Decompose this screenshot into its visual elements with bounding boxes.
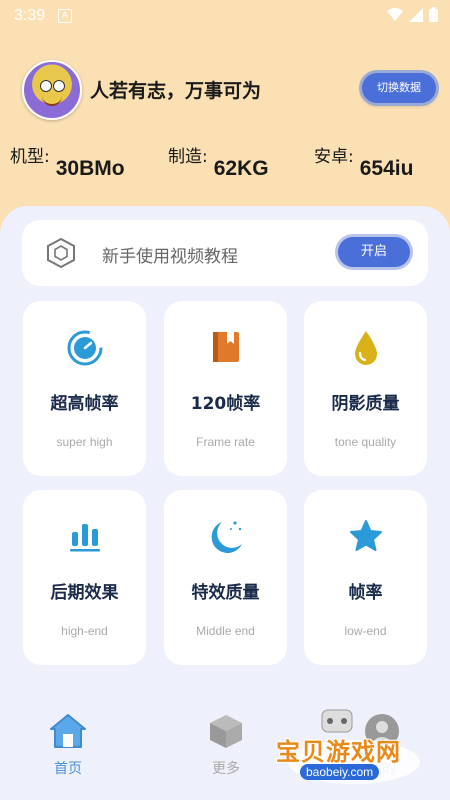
card-frame-rate-120[interactable]: 120帧率 Frame rate <box>164 301 287 476</box>
spec-manufacture: 制造: 62KG <box>168 142 269 181</box>
card-effect-quality[interactable]: 特效质量 Middle end <box>164 490 287 665</box>
card-title: 120帧率 <box>190 394 261 414</box>
status-bar: 3:39 A <box>0 0 450 32</box>
spec-value: 654iu <box>359 157 414 180</box>
gauge-icon <box>67 330 102 366</box>
card-frame-rate[interactable]: 帧率 low-end <box>304 490 427 665</box>
wifi-icon <box>387 7 403 21</box>
spec-value: 30BMo <box>55 157 125 180</box>
open-tutorial-button[interactable]: 开启 <box>338 237 410 267</box>
spec-model: 机型: 30BMo <box>10 142 125 181</box>
battery-icon <box>429 7 438 22</box>
card-subtitle: super high <box>56 435 113 449</box>
card-title: 帧率 <box>348 583 383 603</box>
card-subtitle: Middle end <box>196 624 255 638</box>
cube-icon <box>210 715 242 748</box>
card-subtitle: Frame rate <box>196 435 255 449</box>
nav-label: 首页 <box>54 761 82 777</box>
notification-icon: A <box>58 9 72 23</box>
status-time: 3:39 <box>14 7 46 24</box>
card-super-high[interactable]: 超高帧率 super high <box>23 301 146 476</box>
watermark-url: baobeiy.com <box>300 764 380 780</box>
switch-data-button[interactable]: 切换数据 <box>362 73 436 103</box>
signal-icon <box>409 7 423 22</box>
avatar[interactable] <box>22 60 82 120</box>
nav-label: 更多 <box>212 761 240 777</box>
card-subtitle: tone quality <box>334 435 397 449</box>
drop-icon <box>354 331 377 365</box>
card-post-effects[interactable]: 后期效果 high-end <box>23 490 146 665</box>
card-title: 阴影质量 <box>331 394 400 414</box>
card-title: 后期效果 <box>50 583 119 603</box>
moon-icon <box>211 521 242 553</box>
hexagon-icon <box>47 237 75 269</box>
nav-home[interactable]: 首页 <box>33 712 103 778</box>
spec-value: 62KG <box>213 157 269 180</box>
card-subtitle: high-end <box>61 624 108 638</box>
spec-android: 安卓: 654iu <box>314 142 413 181</box>
card-title: 特效质量 <box>191 583 260 603</box>
spec-label: 制造: <box>168 147 208 167</box>
spec-label: 机型: <box>10 147 50 167</box>
book-icon <box>212 332 239 362</box>
motto-text: 人若有志，万事可为 <box>90 80 262 102</box>
tutorial-bar[interactable]: 新手使用视频教程 开启 <box>22 220 428 286</box>
spec-label: 安卓: <box>314 147 354 167</box>
card-title: 超高帧率 <box>50 394 119 414</box>
tutorial-label: 新手使用视频教程 <box>102 247 238 267</box>
nav-more[interactable]: 更多 <box>191 712 261 778</box>
watermark-text: 宝贝游戏网 <box>276 738 401 766</box>
bars-icon <box>69 524 100 552</box>
status-icons <box>387 7 438 22</box>
star-icon <box>349 520 382 551</box>
card-shadow-quality[interactable]: 阴影质量 tone quality <box>304 301 427 476</box>
card-subtitle: low-end <box>344 624 387 638</box>
home-icon <box>50 714 86 748</box>
